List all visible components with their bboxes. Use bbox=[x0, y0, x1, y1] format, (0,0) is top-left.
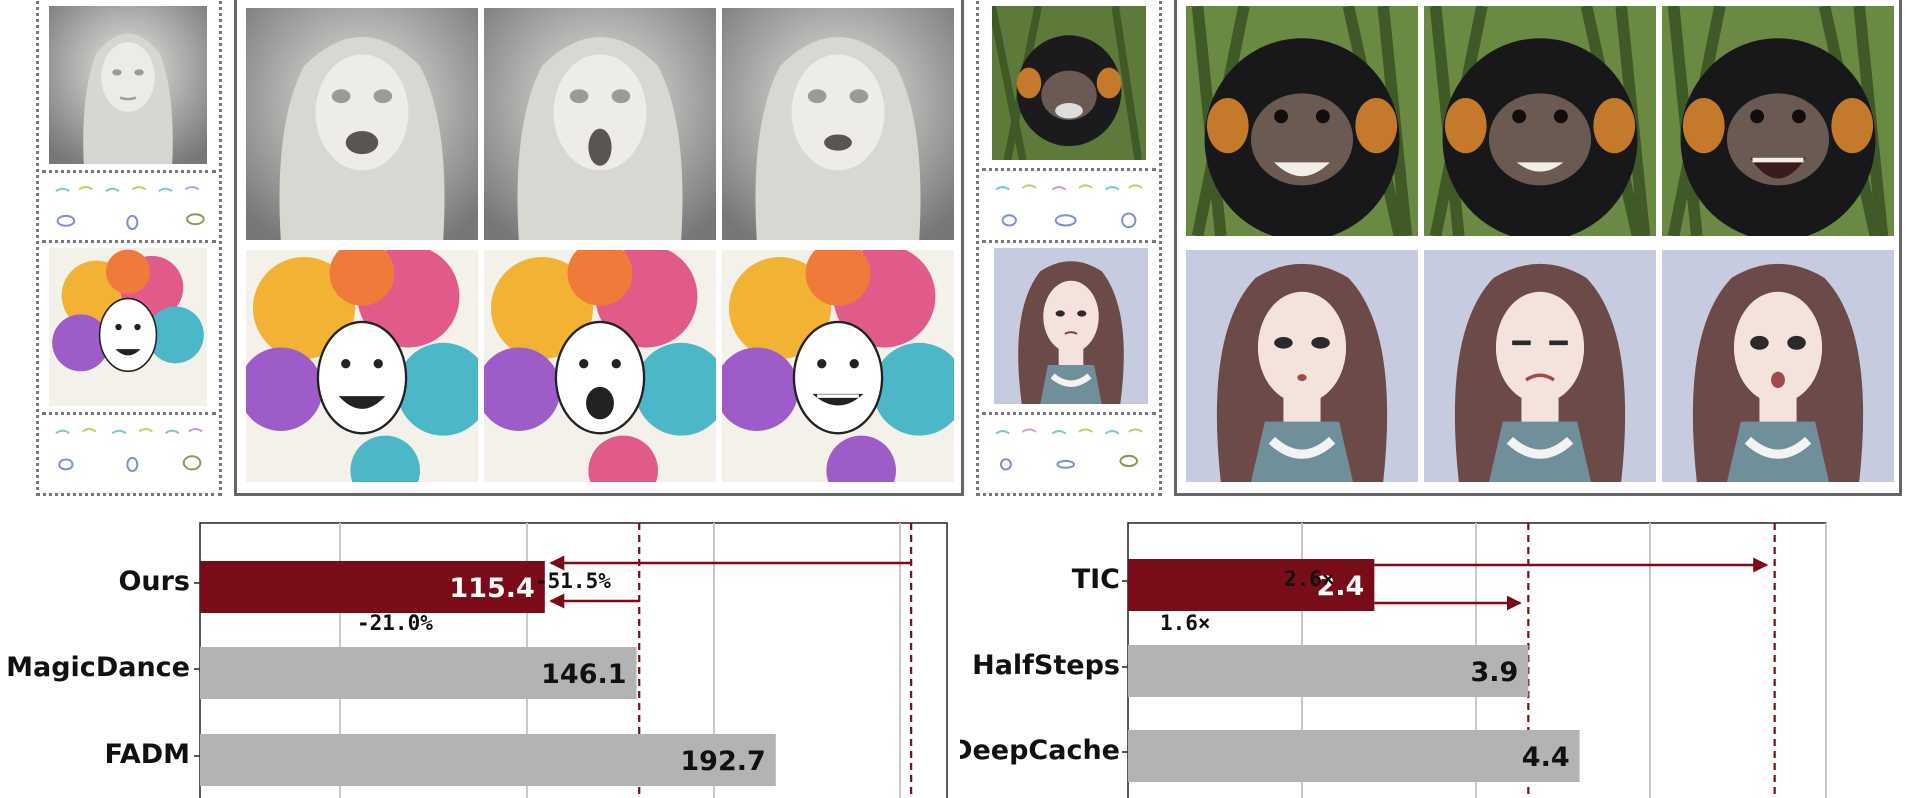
left-landmark-sketch-2 bbox=[46, 420, 212, 476]
statue-generated-3 bbox=[722, 8, 954, 240]
monkey-generated-2 bbox=[1424, 6, 1656, 236]
colorful-woman-generated-2 bbox=[484, 250, 716, 482]
annotation-label-0: -51.5% bbox=[535, 569, 611, 593]
right-ref-divider-3 bbox=[982, 412, 1156, 415]
bar-halfsteps bbox=[1128, 645, 1529, 697]
category-label-halfsteps: HalfSteps bbox=[972, 650, 1120, 681]
value-label-halfsteps: 3.9 bbox=[1470, 657, 1518, 688]
annotation-label-1: 1.6× bbox=[1160, 611, 1211, 635]
left-latency-chart: 115.4 Ours 146.1 MagicDance 192.7 FADM -51.5% -… bbox=[0, 520, 960, 798]
right-speedup-chart: 2.4 TIC 3.9 HalfSteps 4.4 DeepCache 2.6× 1.6× bbox=[960, 520, 1906, 798]
colorful-woman-reference-image bbox=[49, 248, 207, 406]
colorful-woman-generated-1 bbox=[246, 250, 478, 482]
cartoon-woman-generated-2 bbox=[1424, 250, 1656, 482]
category-label-ours: Ours bbox=[118, 566, 190, 597]
annotation-label-1: -21.0% bbox=[357, 611, 433, 635]
value-label-deepcache: 4.4 bbox=[1522, 742, 1570, 773]
left-ref-divider-2 bbox=[42, 240, 216, 243]
left-ref-divider-1 bbox=[42, 170, 216, 173]
left-ref-divider-3 bbox=[42, 412, 216, 415]
bar-deepcache bbox=[1128, 730, 1580, 782]
monkey-generated-3 bbox=[1662, 6, 1894, 236]
colorful-woman-generated-3 bbox=[722, 250, 954, 482]
monkey-generated-1 bbox=[1186, 6, 1418, 236]
monkey-reference-image bbox=[992, 6, 1146, 160]
statue-reference-image bbox=[49, 6, 207, 164]
right-ref-divider-1 bbox=[982, 168, 1156, 171]
category-label-tic: TIC bbox=[1072, 564, 1120, 595]
category-label-magicdance: MagicDance bbox=[6, 652, 190, 683]
value-label-ours: 115.4 bbox=[449, 573, 534, 604]
left-landmark-sketch-1 bbox=[46, 178, 212, 234]
statue-generated-1 bbox=[246, 8, 478, 240]
category-label-fadm: FADM bbox=[104, 739, 190, 770]
cartoon-woman-reference-image bbox=[994, 248, 1148, 404]
category-label-deepcache: DeepCache bbox=[960, 735, 1120, 766]
left-chart-svg: 115.4 Ours 146.1 MagicDance 192.7 FADM -51.5% -… bbox=[6, 522, 948, 798]
right-landmark-sketch-2 bbox=[986, 420, 1152, 478]
annotation-label-0: 2.6× bbox=[1284, 567, 1335, 591]
right-landmark-sketch-1 bbox=[986, 176, 1152, 234]
value-label-fadm: 192.7 bbox=[680, 746, 765, 777]
cartoon-woman-generated-1 bbox=[1186, 250, 1418, 482]
cartoon-woman-generated-3 bbox=[1662, 250, 1894, 482]
right-chart-svg: 2.4TIC3.9HalfSteps4.4DeepCache2.6×1.6× bbox=[960, 522, 1827, 798]
right-ref-divider-2 bbox=[982, 240, 1156, 243]
statue-generated-2 bbox=[484, 8, 716, 240]
value-label-magicdance: 146.1 bbox=[541, 659, 626, 690]
